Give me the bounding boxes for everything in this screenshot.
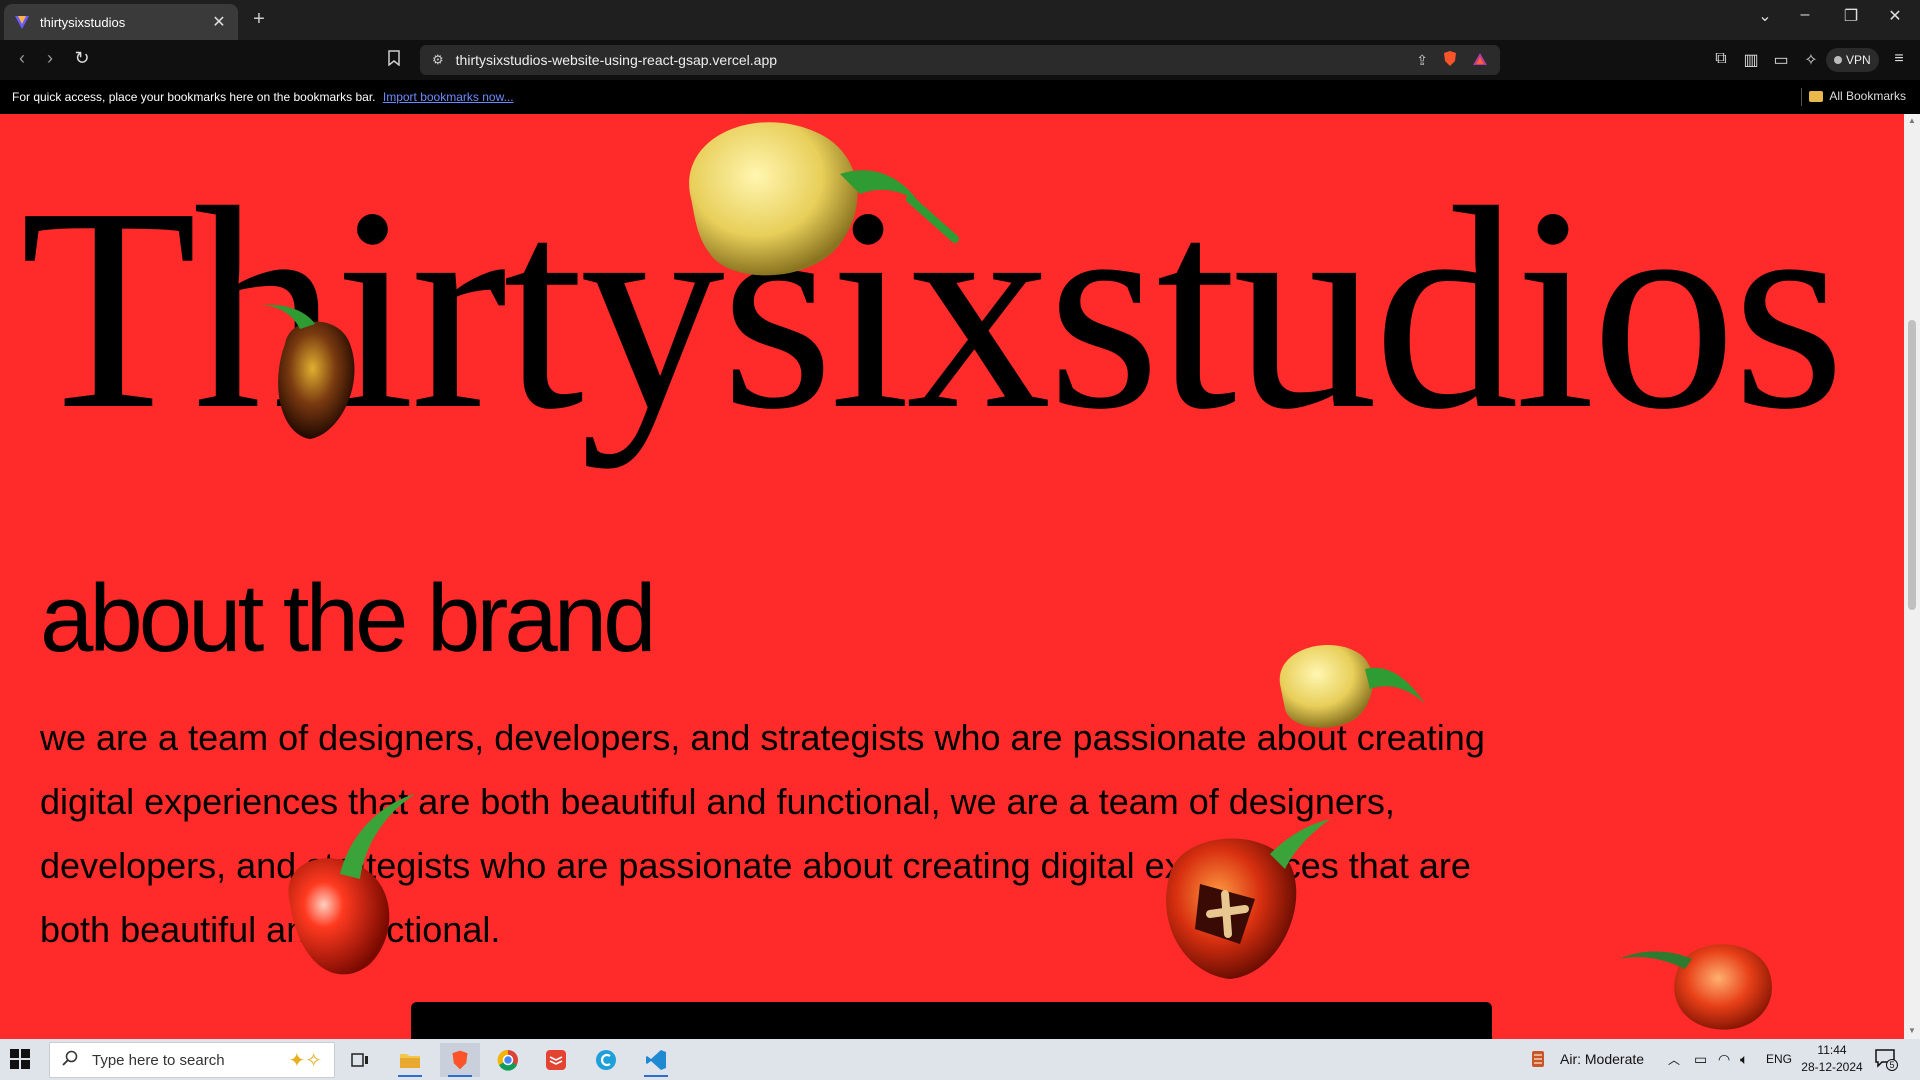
scroll-thumb[interactable] (1908, 320, 1916, 610)
site-settings-icon[interactable]: ⚙ (432, 52, 444, 68)
forward-button[interactable]: › (38, 48, 62, 69)
tab-search-chevron-icon[interactable]: ⌄ (1750, 6, 1780, 26)
scroll-up-icon[interactable]: ▲ (1907, 116, 1917, 125)
sidebar-icon[interactable]: ▥ (1740, 50, 1762, 70)
taskbar-search[interactable]: Type here to search ✦✧ (49, 1042, 335, 1078)
notifications-icon[interactable]: 5 (1874, 1048, 1898, 1072)
scroll-down-icon[interactable]: ▼ (1907, 1026, 1917, 1035)
about-heading: about the brand (40, 565, 657, 672)
battery-icon[interactable]: ▭ (1694, 1051, 1707, 1068)
new-tab-button[interactable]: + (248, 8, 270, 31)
all-bookmarks-label: All Bookmarks (1829, 89, 1906, 103)
wallet-icon[interactable]: ▭ (1770, 50, 1792, 70)
small-yellow-pepper-image (1279, 645, 1425, 728)
bookmarks-divider (1801, 88, 1802, 106)
file-explorer-icon[interactable] (390, 1043, 430, 1077)
tab-close-icon[interactable]: ✕ (210, 12, 228, 32)
active-indicator (398, 1075, 422, 1077)
site-favicon-icon (14, 14, 30, 30)
vpn-status-icon (1834, 56, 1842, 64)
canva-icon[interactable] (586, 1043, 626, 1077)
tab-strip: thirtysixstudios ✕ + ⌄ – ❐ ✕ (0, 0, 1920, 40)
volume-icon[interactable]: 🔈︎ (1740, 1051, 1748, 1068)
show-hidden-icons-chevron-icon[interactable]: ︿ (1668, 1051, 1680, 1068)
bookmarks-prompt: For quick access, place your bookmarks h… (12, 90, 514, 104)
clock-date: 28-12-2024 (1801, 1060, 1863, 1074)
bookmarks-prompt-text: For quick access, place your bookmarks h… (12, 90, 376, 104)
black-content-block (411, 1002, 1492, 1039)
search-icon (62, 1050, 78, 1071)
tab-title: thirtysixstudios (40, 14, 126, 30)
minimize-button[interactable]: – (1790, 6, 1820, 24)
vpn-label: VPN (1846, 53, 1871, 67)
all-bookmarks-button[interactable]: All Bookmarks (1809, 89, 1906, 103)
web-page: Thirtysixstudios about the brand we are … (0, 114, 1904, 1039)
todoist-icon[interactable] (536, 1043, 576, 1077)
active-indicator (644, 1075, 668, 1077)
weather-icon[interactable] (1530, 1049, 1546, 1074)
orange-pepper-image (1620, 944, 1772, 1030)
page-scrollbar[interactable]: ▲ ▼ (1904, 114, 1920, 1039)
restore-button[interactable]: ❐ (1836, 6, 1866, 26)
import-bookmarks-link[interactable]: Import bookmarks now... (383, 90, 514, 104)
back-button[interactable]: ‹ (10, 48, 34, 69)
menu-icon[interactable]: ≡ (1888, 50, 1910, 68)
windows-taskbar: Type here to search ✦✧ Air: Moderate ︿ ▭… (0, 1039, 1920, 1080)
browser-tab[interactable]: thirtysixstudios ✕ (4, 4, 238, 40)
brave-rewards-icon[interactable] (1472, 52, 1488, 69)
sliced-red-pepper-image (1166, 819, 1330, 979)
vpn-button[interactable]: VPN (1826, 48, 1879, 72)
red-pepper-image (288, 794, 415, 975)
yellow-pepper-image (689, 122, 959, 276)
dark-pepper-image (260, 304, 355, 439)
vscode-icon[interactable] (636, 1043, 676, 1077)
windows-start-icon[interactable] (10, 1049, 30, 1074)
chrome-icon[interactable] (488, 1043, 528, 1077)
folder-icon (1809, 90, 1824, 102)
bookmarks-bar: For quick access, place your bookmarks h… (0, 80, 1920, 114)
copilot-sparkle-icon: ✦✧ (288, 1049, 322, 1072)
search-placeholder: Type here to search (92, 1051, 225, 1069)
url-text[interactable]: thirtysixstudios-website-using-react-gsa… (456, 52, 1403, 68)
weather-label[interactable]: Air: Moderate (1560, 1051, 1644, 1067)
share-icon[interactable]: ⇪ (1416, 52, 1428, 69)
reload-button[interactable]: ↻ (70, 48, 94, 69)
notification-count-badge: 5 (1886, 1059, 1898, 1071)
brave-browser-icon[interactable] (440, 1043, 480, 1077)
language-indicator[interactable]: ENG (1766, 1052, 1792, 1066)
leo-ai-icon[interactable]: ✧ (1800, 50, 1822, 70)
active-indicator (448, 1075, 472, 1077)
brave-shields-icon[interactable] (1442, 50, 1458, 70)
browser-toolbar: ‹ › ↻ ⚙ thirtysixstudios-website-using-r… (0, 40, 1920, 80)
task-view-icon[interactable] (340, 1043, 380, 1077)
clock-time: 11:44 (1817, 1043, 1847, 1057)
bookmark-page-icon[interactable] (388, 50, 400, 71)
address-bar[interactable]: ⚙ thirtysixstudios-website-using-react-g… (420, 45, 1500, 75)
clock[interactable]: 11:44 28-12-2024 (1800, 1042, 1864, 1076)
extensions-icon[interactable]: ⧉ (1710, 50, 1732, 68)
wifi-icon[interactable]: ◠ (1718, 1051, 1730, 1068)
close-window-button[interactable]: ✕ (1880, 6, 1910, 26)
